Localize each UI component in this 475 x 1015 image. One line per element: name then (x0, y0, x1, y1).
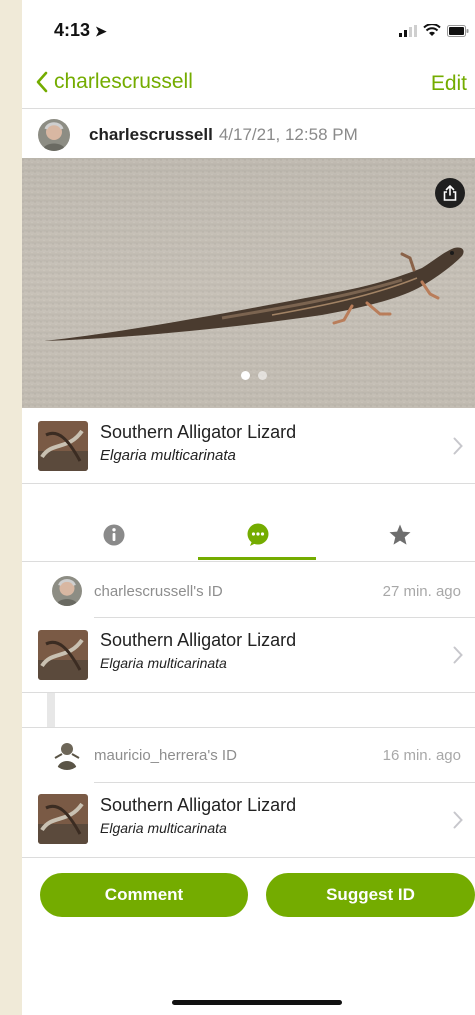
identification-taxon-row[interactable]: Southern Alligator Lizard Elgaria multic… (22, 618, 475, 692)
tab-activity[interactable] (238, 515, 278, 555)
identifier-label[interactable]: mauricio_herrera's ID (94, 747, 237, 764)
edit-button[interactable]: Edit (431, 72, 467, 96)
taxon-thumbnail (38, 630, 88, 680)
share-button[interactable] (435, 178, 465, 208)
pagination-dot[interactable] (258, 371, 267, 380)
observer-username[interactable]: charlescrussell (89, 125, 213, 144)
observation-date: 4/17/21, 12:58 PM (218, 125, 358, 144)
battery-icon (447, 24, 469, 37)
tab-favorites[interactable] (380, 515, 420, 555)
observation-header: charlescrussell 4/17/21, 12:58 PM (22, 110, 475, 156)
activity-spacer (22, 693, 475, 727)
observation-tabs (22, 505, 475, 562)
chevron-right-icon (453, 646, 463, 664)
observer-avatar[interactable] (38, 119, 70, 151)
signal-icon (399, 24, 417, 37)
divider (22, 857, 475, 858)
identification-time: 16 min. ago (382, 747, 461, 764)
status-time-text: 4:13 (54, 20, 91, 40)
taxon-names: Southern Alligator Lizard Elgaria multic… (100, 630, 296, 671)
identification-header: charlescrussell's ID 27 min. ago (22, 562, 475, 616)
chevron-right-icon (453, 811, 463, 829)
chevron-right-icon (453, 437, 463, 455)
taxon-names: Southern Alligator Lizard Elgaria multic… (100, 422, 296, 464)
taxon-scientific-name: Elgaria multicarinata (100, 655, 227, 671)
status-bar: 4:13 ➤ (22, 0, 475, 60)
taxon-common-name: Southern Alligator Lizard (100, 422, 297, 442)
suggest-id-button[interactable]: Suggest ID (266, 873, 475, 917)
active-tab-indicator (198, 557, 316, 560)
taxon-thumbnail (38, 794, 88, 844)
observation-photo[interactable] (22, 158, 475, 408)
back-button[interactable]: charlescrussell (36, 70, 193, 94)
home-indicator[interactable] (172, 1000, 342, 1005)
chevron-left-icon (36, 71, 48, 93)
taxon-common-name: Southern Alligator Lizard (100, 795, 297, 815)
tab-info[interactable] (94, 515, 134, 555)
location-arrow-icon: ➤ (95, 23, 107, 39)
identification-taxon-row[interactable]: Southern Alligator Lizard Elgaria multic… (22, 783, 475, 857)
status-icons (399, 24, 469, 37)
identifier-avatar[interactable] (52, 740, 82, 770)
taxon-common-name: Southern Alligator Lizard (100, 630, 297, 650)
identifier-label[interactable]: charlescrussell's ID (94, 583, 223, 600)
share-icon (443, 185, 457, 201)
info-icon (103, 524, 125, 546)
taxon-scientific-name: Elgaria multicarinata (100, 820, 227, 836)
observer-line: charlescrussell 4/17/21, 12:58 PM (89, 125, 358, 145)
taxon-thumbnail (38, 421, 88, 471)
taxon-names: Southern Alligator Lizard Elgaria multic… (100, 795, 296, 836)
back-button-label: charlescrussell (54, 70, 193, 93)
activity-thread-line (47, 693, 55, 727)
status-time: 4:13 ➤ (54, 20, 107, 41)
pagination-dot[interactable] (241, 371, 250, 380)
identification-time: 27 min. ago (382, 583, 461, 600)
taxon-row[interactable]: Southern Alligator Lizard Elgaria multic… (22, 410, 475, 482)
divider (22, 483, 475, 484)
wifi-icon (423, 24, 441, 36)
phone-screen: 4:13 ➤ charlescrussell Edit charlescruss… (22, 0, 475, 1015)
taxon-scientific-name: Elgaria multicarinata (100, 447, 236, 464)
photo-pagination[interactable] (241, 371, 267, 380)
comment-icon (247, 523, 269, 546)
star-icon (389, 524, 411, 545)
comment-button[interactable]: Comment (40, 873, 248, 917)
identifier-avatar[interactable] (52, 576, 82, 606)
identification-header: mauricio_herrera's ID 16 min. ago (22, 728, 475, 782)
nav-bar: charlescrussell Edit (22, 62, 475, 109)
